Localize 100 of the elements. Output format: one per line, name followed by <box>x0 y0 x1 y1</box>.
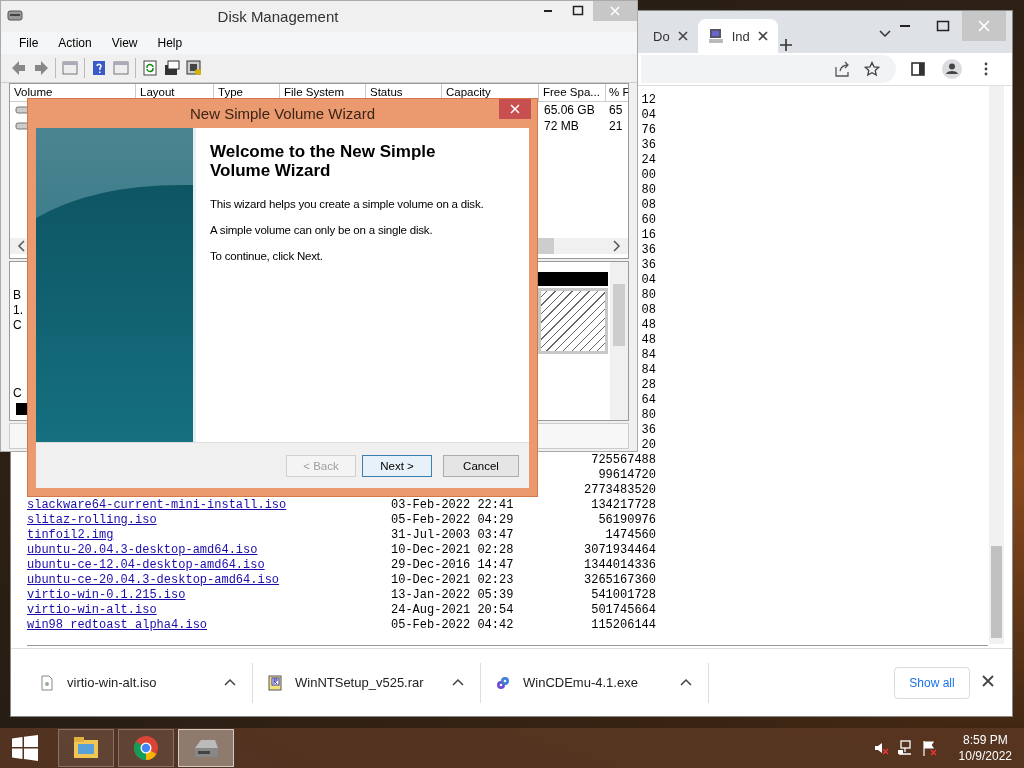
file-size: 28 <box>641 378 656 393</box>
download-item[interactable]: WinNTSetup_v525.rar <box>253 662 481 703</box>
download-item[interactable]: virtio-win-alt.iso <box>25 662 253 703</box>
taskbar-app[interactable] <box>118 729 174 767</box>
file-size: 501745664 <box>591 603 656 618</box>
close-button[interactable] <box>499 99 531 119</box>
file-size: 08 <box>641 303 656 318</box>
close-icon <box>980 673 996 689</box>
file-link[interactable]: slitaz-rolling.iso <box>27 513 391 528</box>
file-size: 48 <box>641 318 656 333</box>
file-size: 115206144 <box>591 618 656 633</box>
file-date: 13-Jan-2022 05:39 <box>391 588 515 603</box>
file-size: 2773483520 <box>584 483 656 498</box>
file-size: 64 <box>641 393 656 408</box>
table-cell-text: 65.06 GB <box>543 102 596 118</box>
show-all-button[interactable]: Show all <box>894 666 970 699</box>
flag-icon <box>920 740 937 756</box>
wizard-text: A simple volume can only be on a single disk. <box>210 224 434 237</box>
file-size: 36 <box>641 258 656 273</box>
start-button[interactable] <box>12 735 38 761</box>
file-date: 05-Feb-2022 04:42 <box>391 618 515 633</box>
file-link[interactable]: virtio-win-alt.iso <box>27 603 391 618</box>
properties-icon <box>164 60 180 76</box>
file-size: 3071934464 <box>584 543 656 558</box>
file-date: 10-Dec-2021 02:28 <box>391 543 515 558</box>
side-panel-icon <box>910 61 926 77</box>
refresh-icon <box>142 60 158 76</box>
file-size: 08 <box>641 198 656 213</box>
file-date: 31-Jul-2003 03:47 <box>391 528 515 543</box>
close-icon <box>510 104 520 114</box>
dialog-button[interactable]: Next > <box>362 454 432 477</box>
taskbar-app[interactable] <box>178 729 234 767</box>
file-size: 12 <box>641 93 656 108</box>
file-size: 20 <box>641 438 656 453</box>
forward-icon <box>33 60 49 76</box>
file-size: 84 <box>641 363 656 378</box>
file-link[interactable]: ubuntu-20.04.3-desktop-amd64.iso <box>27 543 391 558</box>
file-size: 56190976 <box>598 513 656 528</box>
network-icon <box>896 740 913 756</box>
scrollbar[interactable] <box>610 262 628 420</box>
browser-tab[interactable]: Do <box>643 19 698 53</box>
column-header[interactable]: Free Spa... <box>539 84 606 101</box>
file-link[interactable]: ubuntu-ce-20.04.3-desktop-amd64.iso <box>27 573 391 588</box>
minimize-icon <box>900 25 910 27</box>
file-size: 36 <box>641 138 656 153</box>
file-size: 36 <box>641 423 656 438</box>
menu-item[interactable]: File <box>9 36 49 50</box>
file-size: 36 <box>641 243 656 258</box>
menu-item[interactable]: Help <box>147 36 193 50</box>
file-size: 134217728 <box>591 498 656 513</box>
menu-item[interactable]: Action <box>48 36 102 50</box>
scroll-thumb[interactable] <box>538 238 554 254</box>
partition-header <box>538 272 608 286</box>
file-date: 10-Dec-2021 02:23 <box>391 573 515 588</box>
file-size: 24 <box>641 153 656 168</box>
taskbar-app[interactable] <box>58 729 114 767</box>
disk-label: C <box>13 318 23 333</box>
browser-tab[interactable]: Ind <box>697 19 778 53</box>
file-size: 1344014336 <box>584 558 656 573</box>
file-link[interactable]: win98_redtoast_alpha4.iso <box>27 618 391 633</box>
wizard-heading: Welcome to the New Simple Volume Wizard <box>210 142 437 181</box>
file-size: 00 <box>641 168 656 183</box>
file-size: 48 <box>641 333 656 348</box>
close-icon <box>757 31 768 41</box>
menu-item[interactable]: View <box>101 36 148 50</box>
back-icon <box>11 60 27 76</box>
file-size: 84 <box>641 348 656 363</box>
file-date: 03-Feb-2022 22:41 <box>391 498 515 513</box>
file-size: 3265167360 <box>584 573 656 588</box>
file-size: 16 <box>641 228 656 243</box>
file-size: 99614720 <box>598 468 656 483</box>
file-size: 1474560 <box>605 528 656 543</box>
avatar-icon <box>942 59 962 79</box>
star-icon <box>864 61 880 77</box>
share-icon <box>834 61 850 77</box>
disk-label: 1. <box>13 303 23 318</box>
file-icon <box>39 674 55 691</box>
file-link[interactable]: tinfoil2.img <box>27 528 391 543</box>
plus-icon <box>777 37 794 53</box>
partition[interactable] <box>538 288 608 354</box>
clock-time[interactable]: 8:59 PM <box>962 732 1008 748</box>
download-item[interactable]: WinCDEmu-4.1.exe <box>481 662 709 703</box>
file-link[interactable]: ubuntu-ce-12.04-desktop-amd64.iso <box>27 558 391 573</box>
pane-icon <box>113 60 129 76</box>
file-size: 725567488 <box>591 453 656 468</box>
scrollbar[interactable] <box>989 86 1004 644</box>
file-link[interactable]: virtio-win-0.1.215.iso <box>27 588 391 603</box>
clock-date[interactable]: 10/9/2022 <box>958 748 1012 764</box>
file-size: 04 <box>641 273 656 288</box>
file-date: 24-Aug-2021 20:54 <box>391 603 515 618</box>
window-title: Disk Management <box>216 8 340 25</box>
file-date: 29-Dec-2016 14:47 <box>391 558 515 573</box>
file-link[interactable]: slackware64-current-mini-install.iso <box>27 498 391 513</box>
disk-label: C <box>13 386 22 400</box>
chrome-icon <box>132 734 160 762</box>
dialog-title: New Simple Volume Wizard <box>189 105 376 123</box>
dialog-button[interactable]: Cancel <box>443 454 519 477</box>
wizard-text: To continue, click Next. <box>210 250 324 263</box>
file-size: 541001728 <box>591 588 656 603</box>
file-size: 60 <box>641 213 656 228</box>
